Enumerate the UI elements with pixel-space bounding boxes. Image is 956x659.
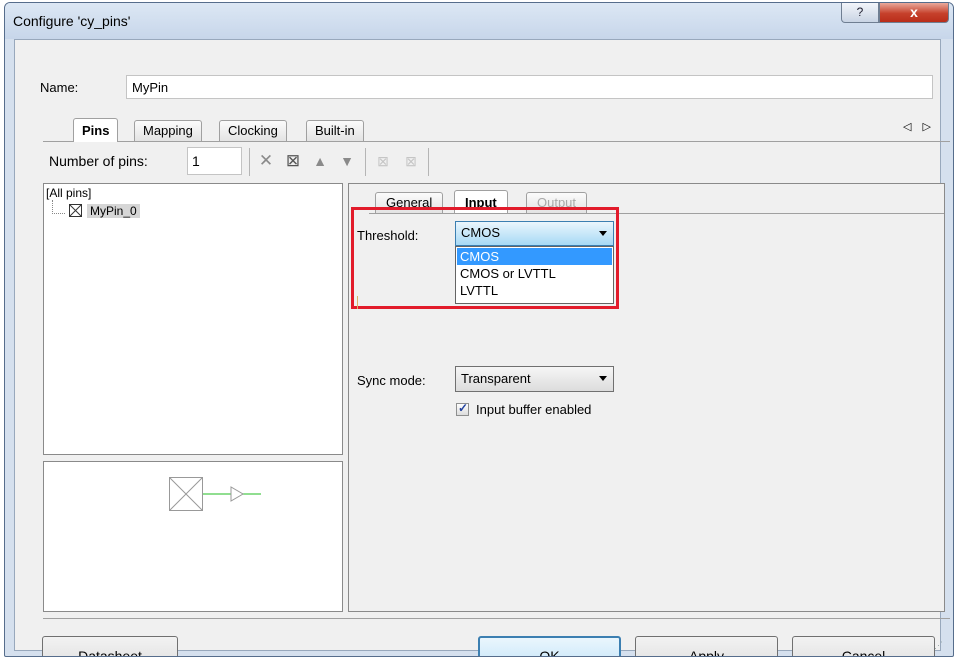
move-up-icon[interactable]: ▲ [309, 148, 331, 174]
tab-mapping[interactable]: Mapping [134, 120, 202, 141]
tab-divider [43, 141, 950, 142]
dialog-client-area: Name: Pins Mapping Clocking Built-in ◁ ▷… [14, 39, 950, 656]
tab-scroll-arrows-icon[interactable]: ◁ ▷ [903, 120, 935, 133]
ungroup-icon: ⊠ [405, 153, 417, 169]
help-button[interactable]: ? [841, 3, 879, 23]
pin-select-icon[interactable]: ⊠ [282, 148, 304, 174]
pin-preview-panel [43, 461, 343, 612]
input-buffer-label[interactable]: Input buffer enabled [476, 402, 591, 417]
ok-button[interactable]: OK [478, 636, 621, 656]
apply-button[interactable]: Apply [635, 636, 778, 656]
window-title: Configure 'cy_pins' [13, 13, 131, 29]
toolbar-separator [249, 148, 250, 176]
sync-mode-label: Sync mode: [357, 373, 426, 388]
tab-built-in[interactable]: Built-in [306, 120, 364, 141]
tab-pins[interactable]: Pins [73, 118, 119, 142]
tab-clocking[interactable]: Clocking [219, 120, 287, 141]
sync-mode-dropdown[interactable]: Transparent [455, 366, 614, 392]
tree-item-mypin-0[interactable]: MyPin_0 [87, 204, 140, 218]
pin-icon [69, 204, 82, 217]
tree-root-all-pins[interactable]: [All pins] [46, 186, 91, 200]
number-of-pins-field[interactable] [187, 147, 242, 175]
datasheet-button[interactable]: Datasheet [42, 636, 178, 656]
cancel-button[interactable]: Cancel [792, 636, 935, 656]
chevron-down-icon [599, 376, 607, 381]
bottom-divider [43, 618, 950, 619]
sync-mode-selected-value: Transparent [461, 371, 531, 386]
toolbar-separator [365, 148, 366, 176]
dialog-window: Configure 'cy_pins' ? x Name: Pins Mappi… [4, 2, 954, 657]
delete-icon[interactable]: ✕ [255, 148, 277, 174]
close-button[interactable]: x [879, 3, 949, 23]
name-field[interactable] [126, 75, 933, 99]
pin-symbol-icon [169, 477, 261, 511]
name-label: Name: [40, 80, 79, 95]
move-down-icon[interactable]: ▼ [336, 148, 358, 174]
highlight-box [351, 207, 619, 309]
title-bar[interactable]: Configure 'cy_pins' ? x [5, 3, 953, 39]
pin-properties-panel: General Input Output Threshold: CMOS CMO… [348, 183, 945, 612]
resize-grip-icon[interactable]: ⋰ [934, 640, 943, 651]
tree-connector [52, 200, 65, 214]
toolbar-separator [428, 148, 429, 176]
obscured-control-edge [357, 296, 358, 309]
group-icon: ⊠ [377, 153, 389, 169]
checkmark-icon: ✓ [458, 401, 469, 415]
pin-tree[interactable]: [All pins] MyPin_0 [43, 183, 343, 455]
number-of-pins-label: Number of pins: [49, 153, 148, 169]
input-buffer-checkbox[interactable]: ✓ [456, 401, 469, 416]
